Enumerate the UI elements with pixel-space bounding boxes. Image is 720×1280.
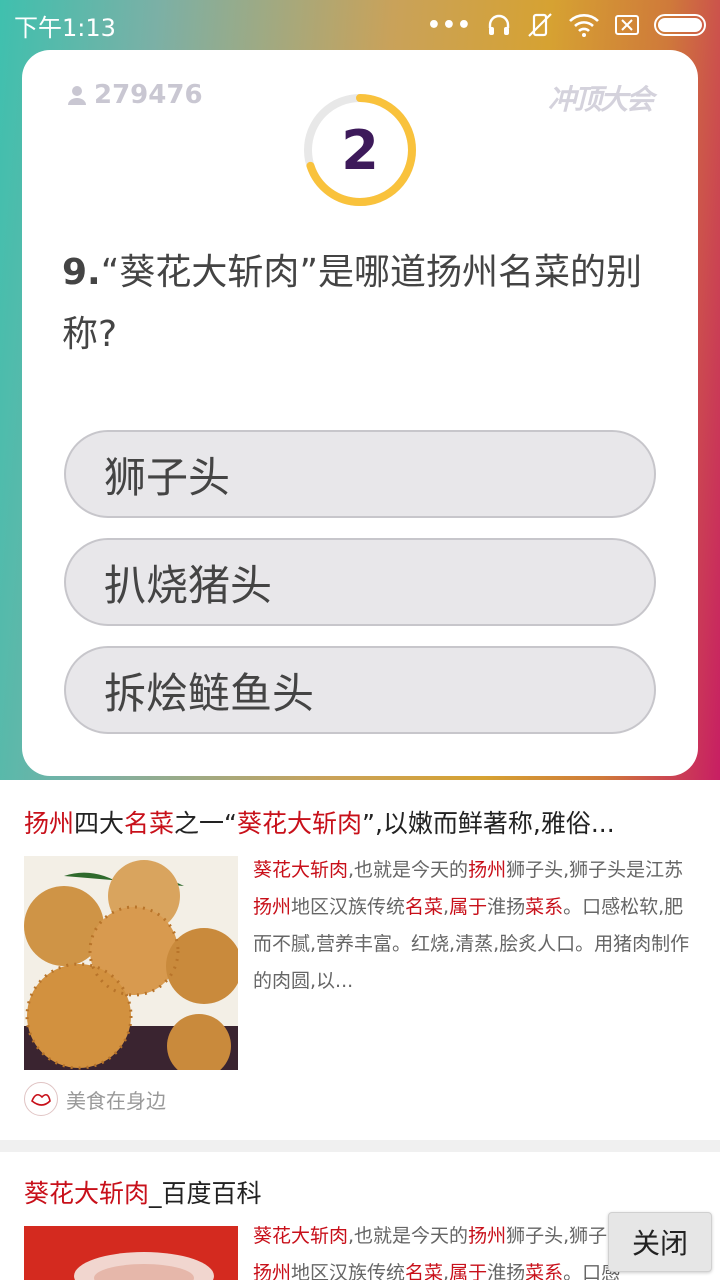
- status-icons: •••: [427, 12, 706, 38]
- plain-text: ,也就是今天的: [348, 1225, 469, 1247]
- answer-option-1[interactable]: 狮子头: [64, 430, 656, 518]
- plain-text: 狮子头,狮子头是江苏: [506, 859, 684, 881]
- plain-text: ,也就是今天的: [348, 859, 469, 881]
- source-name: 美食在身边: [66, 1088, 166, 1113]
- countdown-timer: 2: [302, 92, 418, 208]
- more-dots-icon: •••: [426, 12, 472, 38]
- app-logo: 冲顶大会: [547, 83, 654, 116]
- highlight-text: 葵花大斩肉: [253, 1225, 349, 1247]
- player-count-value: 279476: [94, 80, 203, 110]
- question-number: 9.: [62, 252, 101, 293]
- result-title-2[interactable]: 葵花大斩肉_百度百科: [24, 1174, 262, 1210]
- sim-x-icon: [614, 14, 640, 36]
- result-thumbnail-2[interactable]: [24, 1226, 238, 1280]
- plain-text: 淮扬: [487, 1262, 526, 1280]
- status-bar: 下午1:13 •••: [0, 0, 720, 50]
- quiz-card: 279476 冲顶大会 2 9.“葵花大斩肉”是哪道扬州名菜的别称? 狮子头 扒…: [22, 50, 698, 776]
- result-divider: [0, 1140, 720, 1152]
- vibrate-off-icon: [526, 12, 554, 38]
- plain-text: _百度百科: [149, 1179, 262, 1208]
- plain-text: 之一“: [174, 809, 237, 838]
- plain-text: 地区汉族传统: [291, 896, 406, 918]
- highlight-text: 扬州: [253, 1262, 292, 1280]
- plain-text: 地区汉族传统: [291, 1262, 406, 1280]
- highlight-text: 扬州: [468, 1225, 507, 1247]
- highlight-text: 属于: [449, 896, 488, 918]
- search-results: 扬州四大名菜之一“葵花大斩肉”,以嫩而鲜著称,雅俗... 葵花大斩肉,也就是今天…: [0, 780, 720, 1280]
- highlight-text: 扬州: [24, 809, 75, 838]
- highlight-text: 菜系: [525, 1262, 564, 1280]
- headset-icon: [486, 12, 512, 38]
- question-text: 9.“葵花大斩肉”是哪道扬州名菜的别称?: [62, 242, 662, 366]
- highlight-text: 名菜: [124, 809, 175, 838]
- highlight-text: 名菜: [405, 896, 444, 918]
- user-icon: [68, 86, 86, 105]
- highlight-text: 葵花大斩肉: [237, 809, 363, 838]
- plain-text: ”,以嫩而鲜著称,雅俗...: [362, 809, 615, 838]
- question-body: “葵花大斩肉”是哪道扬州名菜的别称?: [62, 252, 643, 355]
- answer-option-3[interactable]: 拆烩鲢鱼头: [64, 646, 656, 734]
- timer-number: 2: [341, 118, 379, 182]
- plain-text: 四大: [74, 809, 125, 838]
- result-source-1[interactable]: 美食在身边: [24, 1082, 166, 1116]
- battery-icon: [654, 14, 706, 36]
- source-avatar: [24, 1082, 58, 1116]
- player-count: 279476: [66, 80, 203, 110]
- result-snippet-1: 葵花大斩肉,也就是今天的扬州狮子头,狮子头是江苏扬州地区汉族传统名菜,属于淮扬菜…: [253, 852, 698, 1000]
- close-button[interactable]: 关闭: [608, 1212, 712, 1272]
- highlight-text: 名菜: [405, 1262, 444, 1280]
- highlight-text: 扬州: [468, 859, 507, 881]
- highlight-text: 属于: [449, 1262, 488, 1280]
- result-thumbnail-1[interactable]: [24, 856, 238, 1070]
- highlight-text: 菜系: [525, 896, 564, 918]
- highlight-text: 葵花大斩肉: [24, 1179, 150, 1208]
- answer-option-2[interactable]: 扒烧猪头: [64, 538, 656, 626]
- highlight-text: 葵花大斩肉: [253, 859, 349, 881]
- result-title-1[interactable]: 扬州四大名菜之一“葵花大斩肉”,以嫩而鲜著称,雅俗...: [24, 804, 615, 840]
- highlight-text: 扬州: [253, 896, 292, 918]
- status-time: 下午1:13: [14, 13, 116, 42]
- plain-text: 淮扬: [487, 896, 526, 918]
- wifi-icon: [568, 12, 600, 38]
